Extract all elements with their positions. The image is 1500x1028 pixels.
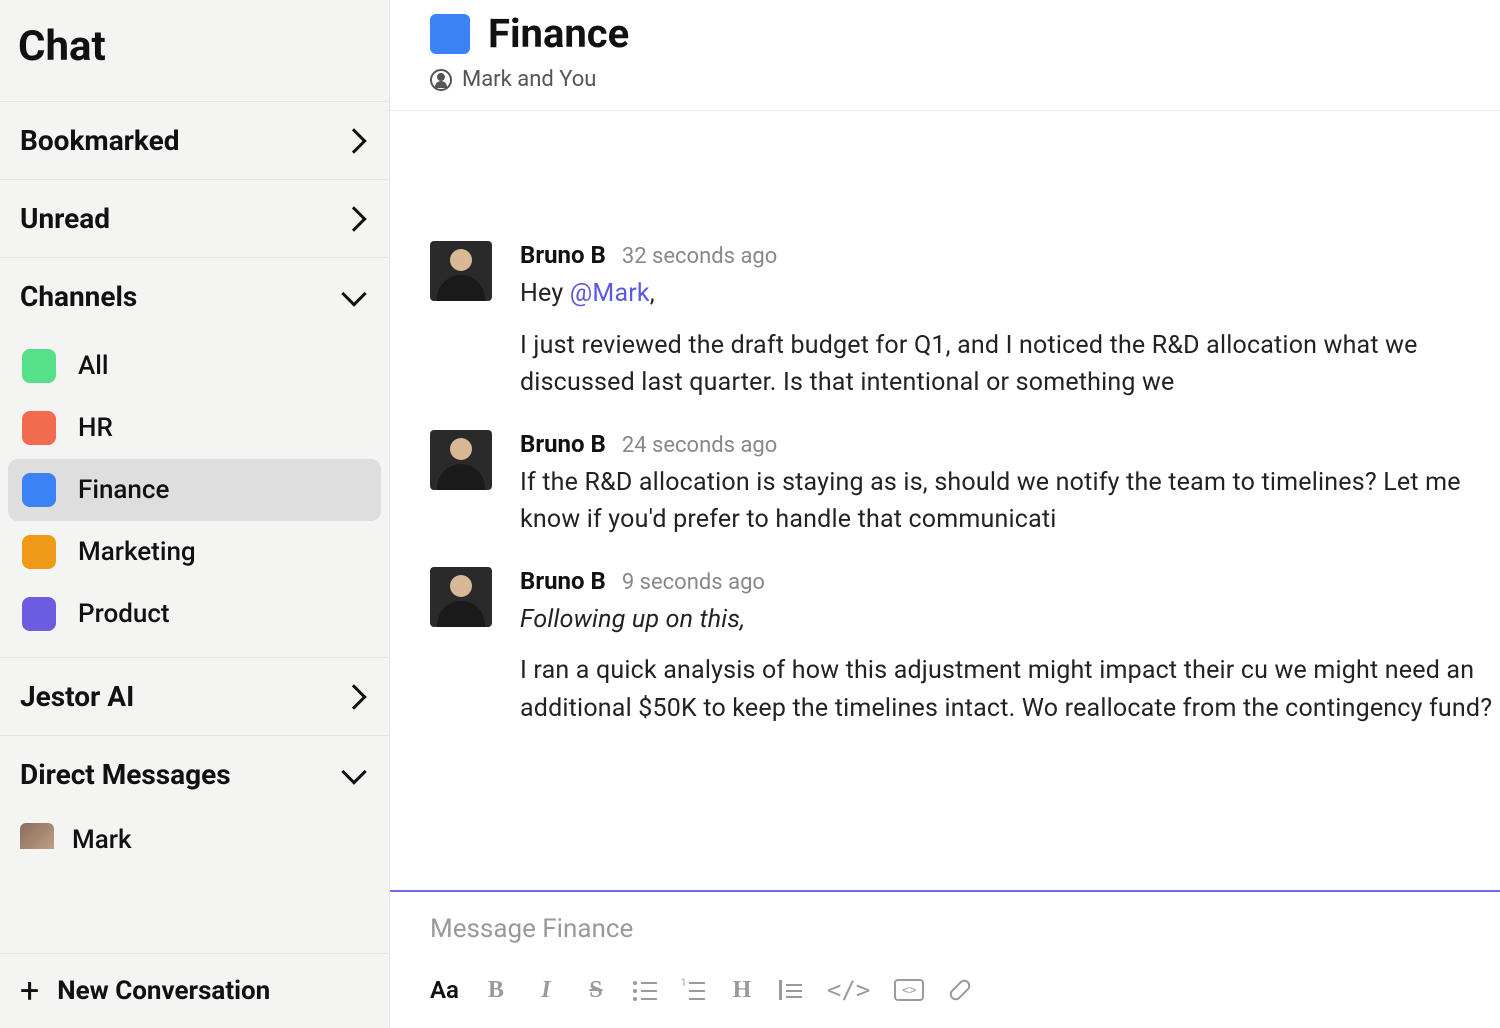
plus-icon: +: [20, 974, 39, 1008]
channel-item-product[interactable]: Product: [8, 583, 381, 645]
section-label: Bookmarked: [20, 124, 180, 157]
section-label: Jestor AI: [20, 680, 134, 713]
message-input[interactable]: Message Finance: [390, 892, 1500, 966]
channel-name: Product: [78, 599, 170, 629]
codeblock-icon[interactable]: <>: [894, 979, 924, 1001]
channel-swatch: [22, 349, 56, 383]
channel-swatch: [22, 473, 56, 507]
bullet-list-icon[interactable]: [633, 978, 657, 1002]
format-toggle-button[interactable]: Aa: [430, 976, 459, 1004]
message-timestamp: 32 seconds ago: [622, 244, 778, 269]
code-button[interactable]: </>: [827, 976, 870, 1004]
quote-icon[interactable]: [779, 978, 803, 1002]
message: Bruno B 9 seconds ago Following up on th…: [430, 567, 1500, 728]
ordered-list-icon[interactable]: [681, 978, 705, 1002]
section-header-bookmarked[interactable]: Bookmarked: [0, 102, 389, 179]
channel-item-marketing[interactable]: Marketing: [8, 521, 381, 583]
channel-swatch: [22, 597, 56, 631]
section-label: Unread: [20, 202, 110, 235]
format-toolbar: Aa B I S H </> <>: [390, 966, 1500, 1028]
mention[interactable]: @Mark: [570, 279, 650, 308]
section-bookmarked: Bookmarked: [0, 101, 389, 179]
dm-item-mark[interactable]: Mark: [20, 813, 369, 849]
channel-name: HR: [78, 413, 113, 443]
chat-title: Finance: [488, 10, 629, 57]
channel-list: All HR Finance Marketing Product: [0, 335, 389, 657]
chevron-right-icon: [341, 206, 366, 231]
channel-item-hr[interactable]: HR: [8, 397, 381, 459]
message: Bruno B 32 seconds ago Hey @Mark, I just…: [430, 241, 1500, 402]
message-list[interactable]: Bruno B 32 seconds ago Hey @Mark, I just…: [390, 111, 1500, 890]
section-unread: Unread: [0, 179, 389, 257]
channel-name: Finance: [78, 475, 169, 505]
strikethrough-button[interactable]: S: [583, 977, 609, 1004]
avatar[interactable]: [430, 567, 492, 627]
section-jestor-ai: Jestor AI: [0, 657, 389, 735]
channel-swatch: [430, 14, 470, 54]
channel-item-finance[interactable]: Finance: [8, 459, 381, 521]
chevron-down-icon: [341, 759, 366, 784]
section-label: Channels: [20, 280, 137, 313]
chat-members-label: Mark and You: [462, 67, 596, 92]
channel-name: All: [78, 351, 109, 381]
section-direct-messages: Direct Messages Mark: [0, 735, 389, 849]
chat-header: Finance Mark and You: [390, 0, 1500, 111]
person-icon: [430, 69, 452, 91]
heading-button[interactable]: H: [729, 977, 755, 1004]
avatar: [20, 823, 54, 849]
new-conversation-button[interactable]: + New Conversation: [0, 953, 389, 1028]
section-label: Direct Messages: [20, 758, 231, 791]
message-timestamp: 24 seconds ago: [622, 433, 778, 458]
dm-list: Mark: [0, 813, 389, 849]
italic-button[interactable]: I: [533, 977, 559, 1004]
message-author: Bruno B: [520, 567, 606, 595]
channel-name: Marketing: [78, 537, 196, 567]
new-conversation-label: New Conversation: [57, 976, 270, 1006]
channel-item-all[interactable]: All: [8, 335, 381, 397]
chevron-right-icon: [341, 684, 366, 709]
bold-button[interactable]: B: [483, 977, 509, 1004]
message-text: If the R&D allocation is staying as is, …: [520, 464, 1500, 539]
section-header-unread[interactable]: Unread: [0, 180, 389, 257]
section-header-jestor-ai[interactable]: Jestor AI: [0, 658, 389, 735]
channel-swatch: [22, 411, 56, 445]
chevron-right-icon: [341, 128, 366, 153]
avatar[interactable]: [430, 430, 492, 490]
message-author: Bruno B: [520, 430, 606, 458]
link-icon[interactable]: [948, 977, 973, 1002]
composer: Message Finance Aa B I S H </> <>: [390, 890, 1500, 1028]
main-chat: Finance Mark and You Bruno B 32 seconds …: [390, 0, 1500, 1028]
message-text: Hey @Mark, I just reviewed the draft bud…: [520, 275, 1500, 402]
chevron-down-icon: [341, 281, 366, 306]
message-timestamp: 9 seconds ago: [622, 570, 765, 595]
section-channels: Channels All HR Finance Marketing P: [0, 257, 389, 657]
sidebar: Chat Bookmarked Unread Channels All HR: [0, 0, 390, 1028]
message: Bruno B 24 seconds ago If the R&D alloca…: [430, 430, 1500, 539]
channel-swatch: [22, 535, 56, 569]
message-text: Following up on this, I ran a quick anal…: [520, 601, 1500, 728]
avatar[interactable]: [430, 241, 492, 301]
section-header-channels[interactable]: Channels: [0, 258, 389, 335]
dm-name: Mark: [72, 825, 132, 849]
chat-members[interactable]: Mark and You: [430, 67, 1460, 92]
message-author: Bruno B: [520, 241, 606, 269]
sidebar-title: Chat: [0, 0, 389, 101]
section-header-direct-messages[interactable]: Direct Messages: [0, 736, 389, 813]
